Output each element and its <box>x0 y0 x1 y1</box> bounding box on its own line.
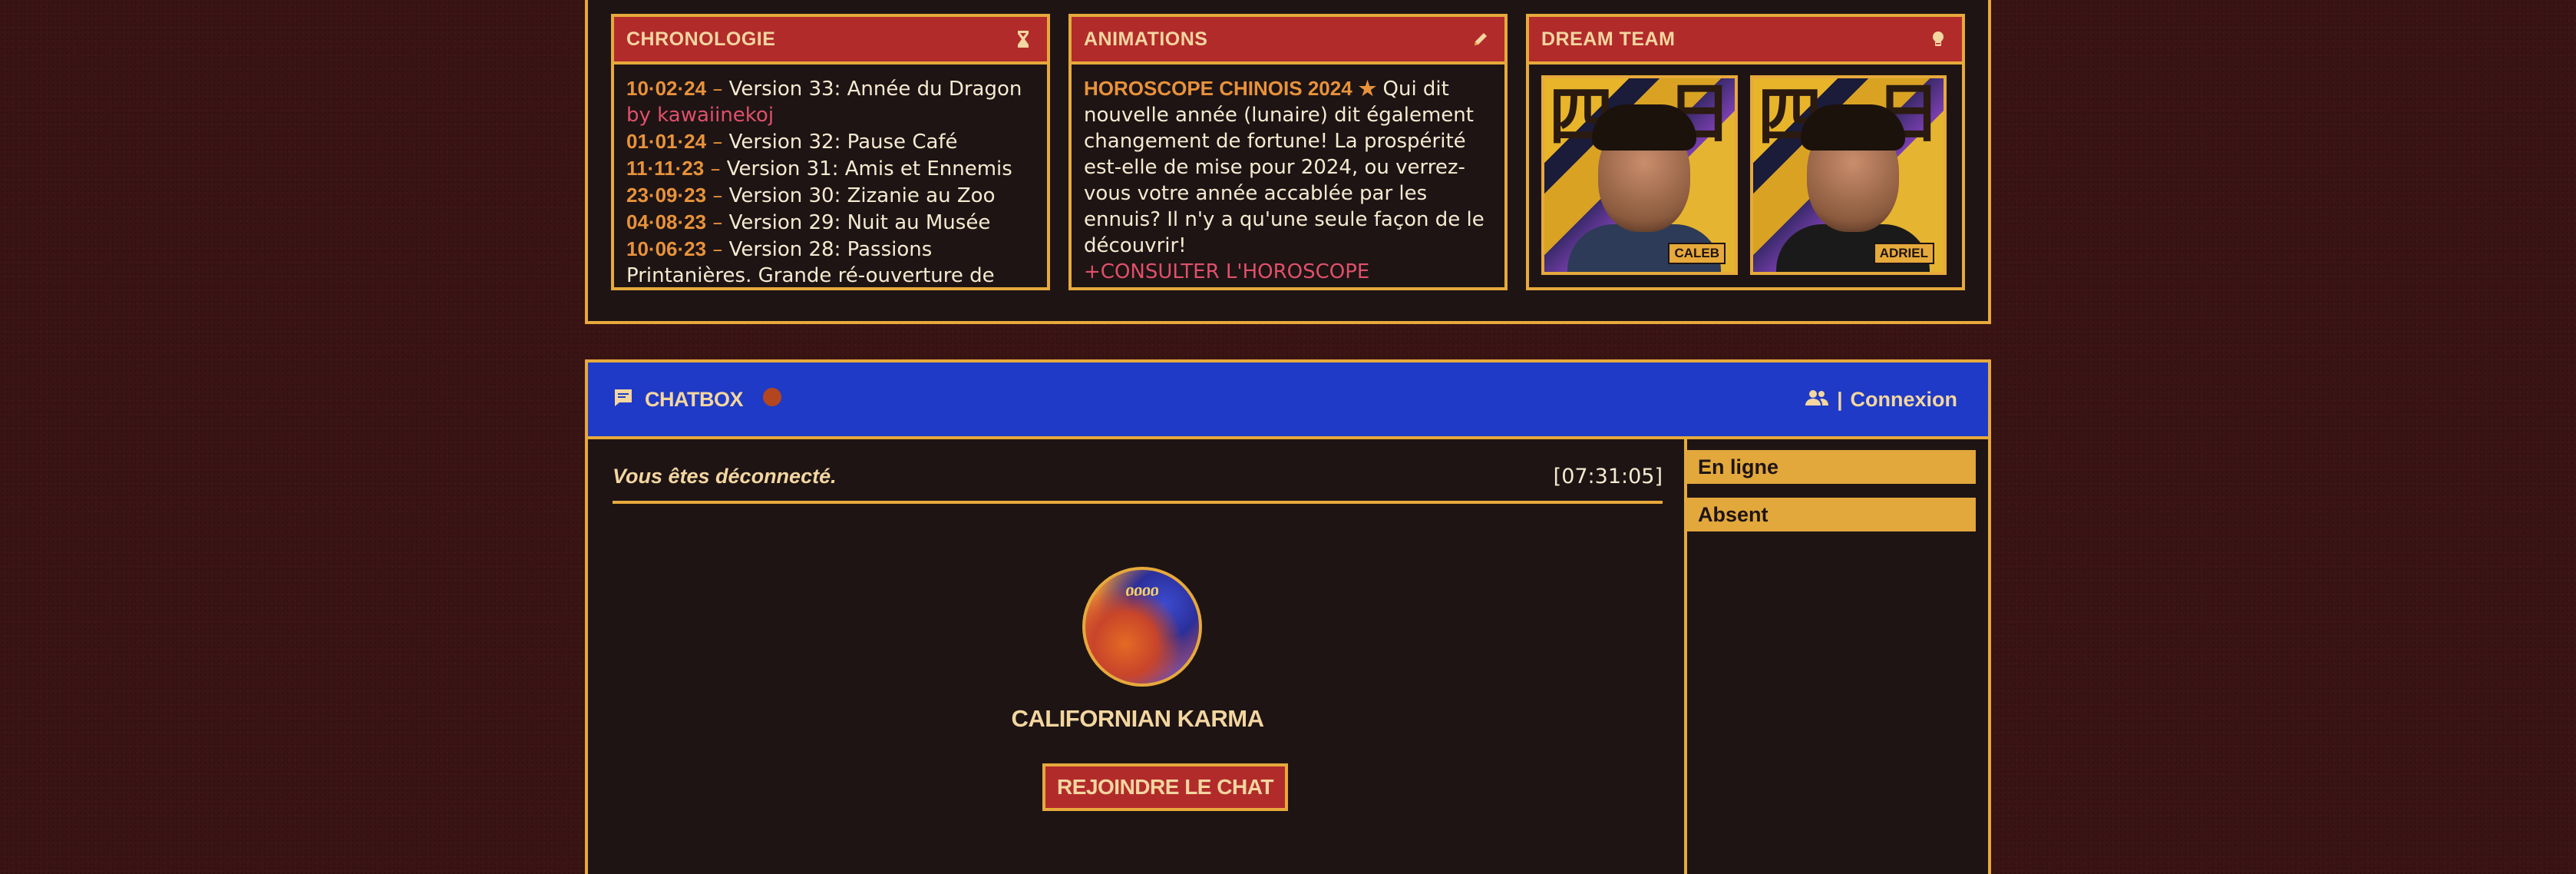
star-icon: ★ <box>1358 77 1377 100</box>
portrait-hair <box>1801 104 1905 151</box>
chronologie-list: 10·02·24 – Version 33: Année du Dragon b… <box>614 65 1047 287</box>
panel-header: ANIMATIONS <box>1072 17 1504 65</box>
user-list-sidebar: En ligne Absent <box>1684 439 1988 874</box>
list-item[interactable]: 10·02·24 – Version 33: Année du Dragon <box>626 75 1035 102</box>
connexion-separator: | <box>1837 387 1843 411</box>
member-name: ADRIEL <box>1873 243 1934 264</box>
avatar: ዐዐዐዐ <box>1082 567 1202 687</box>
connexion-link[interactable]: Connexion <box>1851 388 1958 412</box>
list-item[interactable]: 10·06·23 – Version 28: Passions Printani… <box>626 236 1035 287</box>
connection-status: Vous êtes déconnecté. <box>613 464 837 488</box>
list-item[interactable]: 23·09·23 – Version 30: Zizanie au Zoo <box>626 182 1035 209</box>
chatbox-title: CHATBOX <box>645 387 744 411</box>
pencil-icon <box>1471 29 1491 49</box>
status-row: Vous êtes déconnecté. [07:31:05] <box>613 462 1663 504</box>
lightbulb-icon <box>1928 29 1948 49</box>
avatar-text: ዐዐዐዐ <box>1125 581 1159 599</box>
horoscope-headline: HOROSCOPE CHINOIS 2024 <box>1084 77 1352 100</box>
chatbox-header: CHATBOX | Connexion <box>588 363 1988 439</box>
chatbox: CHATBOX | Connexion Vous êtes déconnecté… <box>585 359 1991 874</box>
horoscope-link[interactable]: +CONSULTER L'HOROSCOPE <box>1084 260 1369 283</box>
animations-text: Qui dit nouvelle année (lunaire) dit éga… <box>1084 78 1485 257</box>
panel-header: CHRONOLOGIE <box>614 17 1047 65</box>
chat-main: Vous êtes déconnecté. [07:31:05] ዐዐዐዐ CA… <box>613 462 1663 874</box>
chat-bubble-icon <box>613 387 634 412</box>
users-icon[interactable] <box>1805 389 1829 410</box>
username: CALIFORNIAN KARMA <box>1011 705 1264 732</box>
list-item[interactable]: 01·01·24 – Version 32: Pause Café <box>626 128 1035 155</box>
panel-title: DREAM TEAM <box>1541 28 1676 50</box>
widgets-container: CHRONOLOGIE 10·02·24 – Version 33: Année… <box>585 0 1991 324</box>
status-dot <box>763 388 781 406</box>
list-item[interactable]: 04·08·23 – Version 29: Nuit au Musée <box>626 209 1035 236</box>
timestamp: [07:31:05] <box>1553 464 1663 488</box>
hourglass-icon <box>1013 29 1033 49</box>
list-item[interactable]: by kawaiinekoj <box>626 102 1035 128</box>
panel-title: ANIMATIONS <box>1084 28 1208 50</box>
animations-body: HOROSCOPE CHINOIS 2024 ★ Qui dit nouvell… <box>1072 65 1504 287</box>
dream-team-panel: DREAM TEAM 四 日 CALEB 四 日 ADRIEL <box>1526 14 1965 290</box>
group-online[interactable]: En ligne <box>1687 450 1976 484</box>
chronologie-panel: CHRONOLOGIE 10·02·24 – Version 33: Année… <box>611 14 1050 290</box>
portrait-caleb[interactable]: 四 日 CALEB <box>1541 75 1738 275</box>
panel-title: CHRONOLOGIE <box>626 28 776 50</box>
portrait-adriel[interactable]: 四 日 ADRIEL <box>1750 75 1947 275</box>
group-away[interactable]: Absent <box>1687 498 1976 531</box>
join-chat-button[interactable]: REJOINDRE LE CHAT <box>1042 763 1288 811</box>
member-name: CALEB <box>1668 243 1726 264</box>
animations-panel: ANIMATIONS HOROSCOPE CHINOIS 2024 ★ Qui … <box>1068 14 1508 290</box>
list-item[interactable]: 11·11·23 – Version 31: Amis et Ennemis <box>626 155 1035 182</box>
team-portraits: 四 日 CALEB 四 日 ADRIEL <box>1529 65 1962 286</box>
panel-header: DREAM TEAM <box>1529 17 1962 65</box>
portrait-hair <box>1592 104 1696 151</box>
